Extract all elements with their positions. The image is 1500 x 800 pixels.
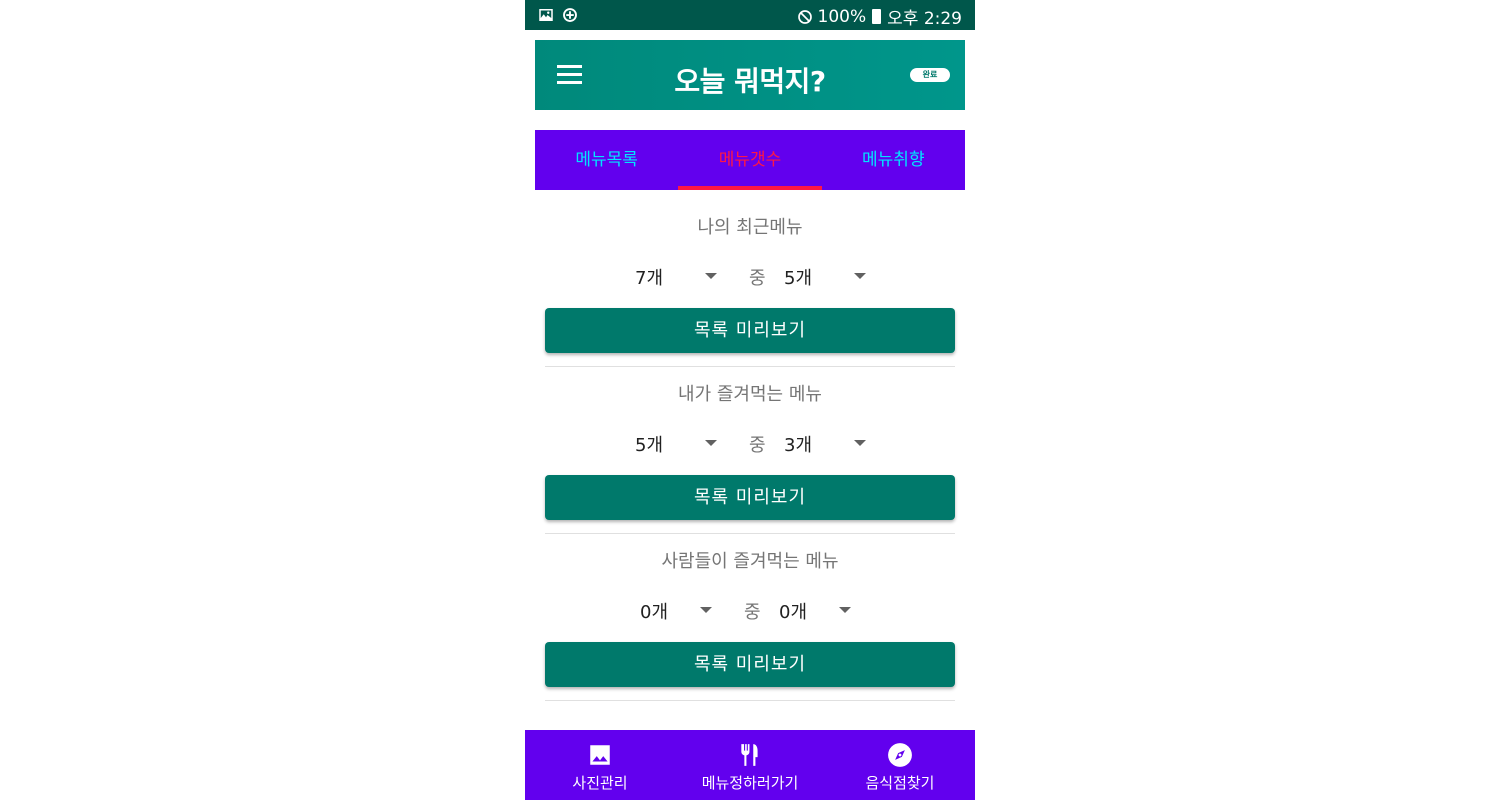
nav-label: 음식점찾기: [865, 774, 935, 792]
tab-bar: 메뉴목록 메뉴갯수 메뉴취향: [535, 130, 965, 190]
status-bar: 100% 오후 2:29: [525, 0, 975, 30]
battery-icon: [872, 9, 882, 24]
image-icon: [537, 6, 555, 24]
dropdown-arrow-icon: [705, 273, 717, 279]
divider: [545, 533, 955, 534]
nav-choose-menu[interactable]: 메뉴정하러가기: [675, 730, 825, 800]
preview-list-button[interactable]: 목록 미리보기: [545, 475, 955, 520]
dropdown-arrow-icon: [700, 607, 712, 613]
pick-count-select[interactable]: 0개: [779, 594, 869, 624]
tab-label: 메뉴갯수: [718, 150, 782, 170]
tab-label: 메뉴목록: [575, 150, 638, 170]
select-value: 0개: [640, 602, 669, 623]
phone-screen: 100% 오후 2:29 오늘 뭐먹지? 완료 메뉴목록 메뉴갯수 메뉴취향 나…: [525, 0, 975, 800]
dropdown-arrow-icon: [705, 440, 717, 446]
nav-find-restaurant[interactable]: 음식점찾기: [825, 730, 975, 800]
nav-label: 사진관리: [572, 774, 628, 792]
clock: 오후 2:29: [887, 9, 962, 29]
nav-label: 메뉴정하러가기: [701, 774, 799, 792]
do-not-disturb-icon: [796, 8, 814, 26]
select-value: 0개: [779, 602, 808, 623]
section-recent-menu: 나의 최근메뉴 7개 중 5개 목록 미리보기: [545, 205, 955, 367]
section-title: 나의 최근메뉴: [697, 217, 803, 238]
select-value: 5개: [635, 435, 664, 456]
nav-photo-management[interactable]: 사진관리: [525, 730, 675, 800]
app-title: 오늘 뭐먹지?: [674, 65, 826, 98]
done-button[interactable]: 완료: [910, 68, 950, 82]
dropdown-arrow-icon: [854, 273, 866, 279]
preview-list-button[interactable]: 목록 미리보기: [545, 308, 955, 353]
middle-label: 중: [749, 268, 766, 289]
dropdown-arrow-icon: [839, 607, 851, 613]
pick-count-select[interactable]: 5개: [784, 260, 879, 290]
tab-menu-count[interactable]: 메뉴갯수: [678, 130, 822, 190]
tab-label: 메뉴취향: [862, 150, 925, 170]
bottom-navigation: 사진관리 메뉴정하러가기 음식점찾기: [525, 730, 975, 800]
select-value: 7개: [635, 268, 664, 289]
app-bar: 오늘 뭐먹지? 완료: [535, 40, 965, 110]
restaurant-icon: [737, 742, 763, 768]
select-value: 3개: [784, 435, 813, 456]
tab-menu-list[interactable]: 메뉴목록: [535, 130, 678, 190]
preview-list-button[interactable]: 목록 미리보기: [545, 642, 955, 687]
data-saver-icon: [561, 6, 579, 24]
total-count-select[interactable]: 0개: [640, 594, 730, 624]
pick-count-select[interactable]: 3개: [784, 427, 879, 457]
select-value: 5개: [784, 268, 813, 289]
section-popular-menu: 사람들이 즐겨먹는 메뉴 0개 중 0개 목록 미리보기: [545, 539, 955, 701]
dropdown-arrow-icon: [854, 440, 866, 446]
total-count-select[interactable]: 7개: [635, 260, 730, 290]
divider: [545, 366, 955, 367]
section-title: 내가 즐겨먹는 메뉴: [678, 384, 822, 405]
divider: [545, 700, 955, 701]
middle-label: 중: [744, 602, 761, 623]
battery-percent: 100%: [817, 6, 867, 27]
section-title: 사람들이 즐겨먹는 메뉴: [661, 551, 839, 572]
image-icon: [587, 742, 613, 768]
section-favorite-menu: 내가 즐겨먹는 메뉴 5개 중 3개 목록 미리보기: [545, 372, 955, 534]
tab-menu-preference[interactable]: 메뉴취향: [822, 130, 965, 190]
total-count-select[interactable]: 5개: [635, 427, 730, 457]
middle-label: 중: [749, 435, 766, 456]
active-tab-indicator: [678, 186, 822, 190]
compass-icon: [887, 742, 913, 768]
